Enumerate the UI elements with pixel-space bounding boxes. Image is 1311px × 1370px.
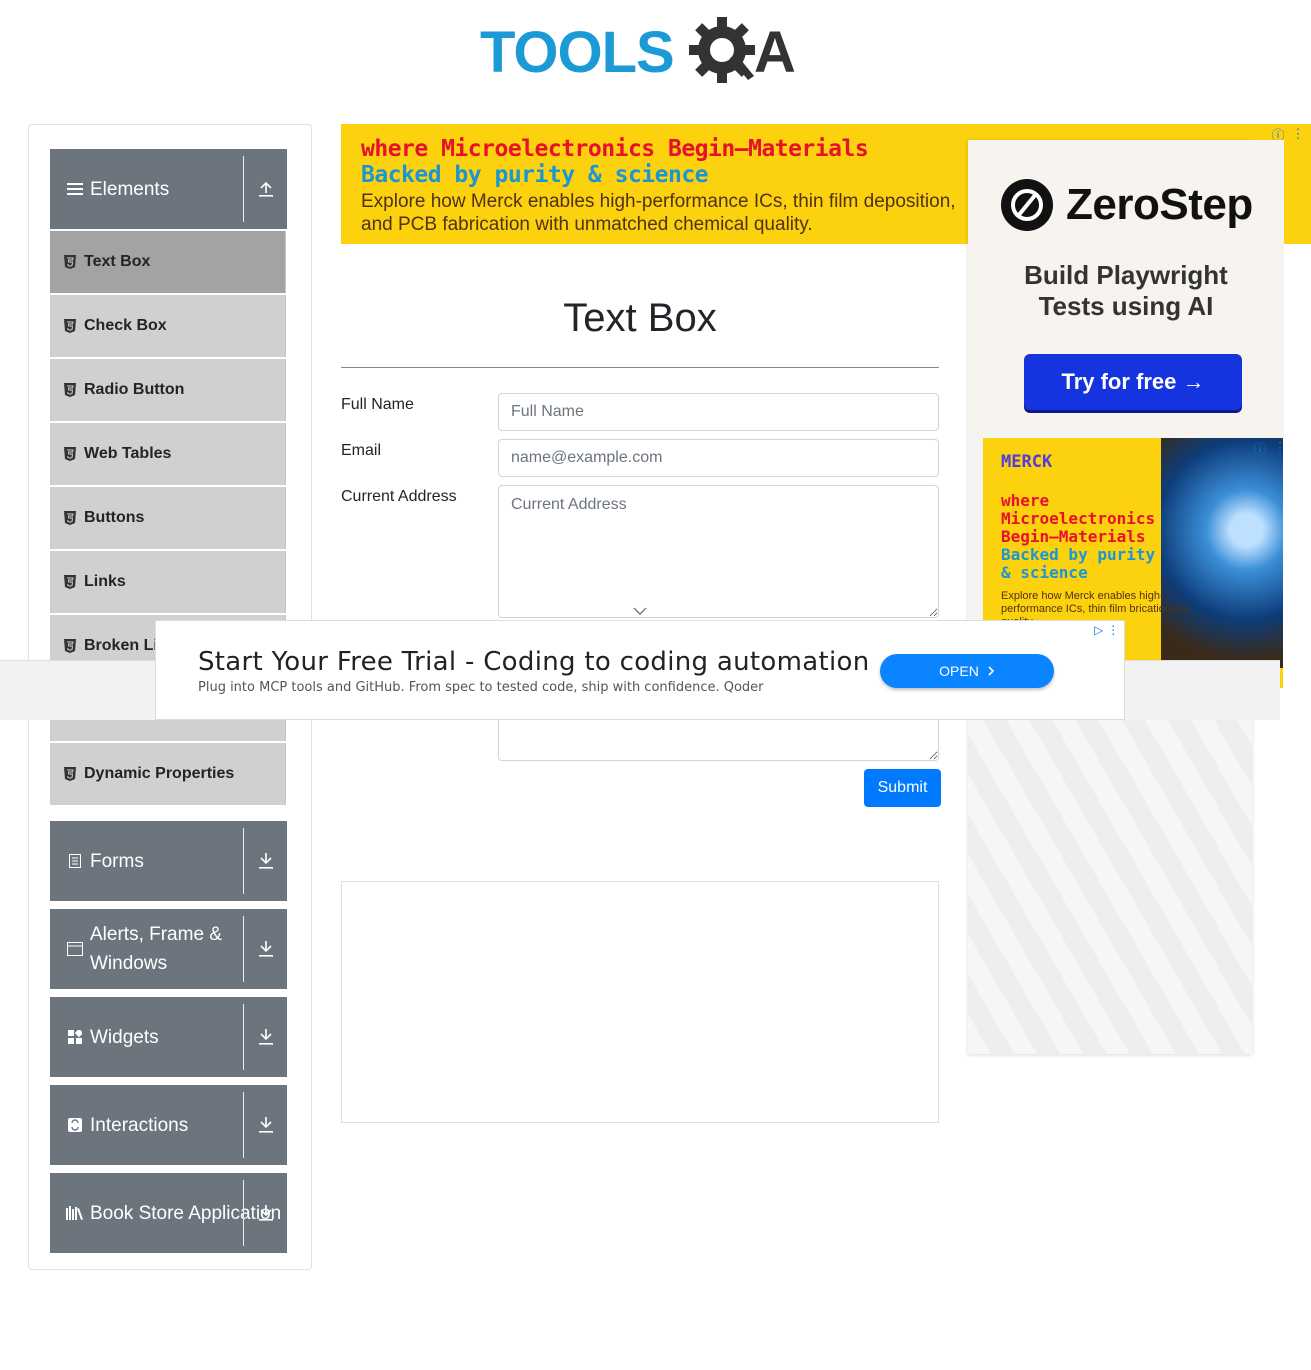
- headline-line: & science: [1001, 563, 1088, 582]
- sidebar-item-text-box[interactable]: Text Box: [50, 231, 286, 293]
- html5-icon: [64, 511, 76, 525]
- expand-down-icon[interactable]: [255, 1113, 277, 1137]
- interactions-icon: [66, 1118, 84, 1132]
- hamburger-icon: [66, 182, 84, 196]
- sidebar-item-label: Buttons: [84, 509, 145, 526]
- headline-line: where: [1001, 491, 1050, 510]
- overlay-ad[interactable]: Start Your Free Trial - Coding to coding…: [155, 620, 1125, 720]
- logo-text-a: A: [754, 20, 796, 85]
- email-input[interactable]: [498, 439, 939, 477]
- html5-icon: [64, 575, 76, 589]
- current-address-label: Current Address: [341, 488, 457, 505]
- merck-logo: MERCK: [1001, 452, 1053, 472]
- overlay-ad-title: Start Your Free Trial - Coding to coding…: [198, 647, 870, 677]
- open-button[interactable]: OPEN: [880, 654, 1054, 688]
- sidebar-item-label: Broken Li: [84, 637, 158, 654]
- sidebar-item-links[interactable]: Links: [50, 551, 286, 613]
- ad-body: Explore how Merck enables high-performan…: [361, 191, 956, 235]
- chevron-right-icon: [988, 666, 994, 676]
- headline-line: Backed by purity: [1001, 545, 1156, 564]
- submit-button[interactable]: Submit: [864, 769, 941, 807]
- open-button-label: OPEN: [939, 663, 979, 679]
- sidebar-item-label: Check Box: [84, 317, 167, 334]
- zerostep-tagline: Build Playwright Tests using AI: [968, 260, 1284, 322]
- info-icon[interactable]: ⓘ: [1252, 440, 1268, 457]
- sidebar-item-label: Dynamic Properties: [84, 765, 235, 782]
- logo-text-tools: TOOLS: [480, 20, 674, 85]
- group-alerts-frame-windows[interactable]: Alerts, Frame & Windows: [50, 909, 287, 989]
- divider: [243, 828, 244, 894]
- window-icon: [66, 942, 84, 956]
- divider: [243, 156, 244, 222]
- expand-down-icon[interactable]: [255, 937, 277, 961]
- try-for-free-button[interactable]: Try for free →: [1024, 354, 1242, 410]
- headline-line: Begin—Materials: [1001, 527, 1146, 546]
- full-name-input[interactable]: [498, 393, 939, 431]
- email-label: Email: [341, 442, 382, 459]
- tagline-line-2: Tests using AI: [1038, 291, 1214, 321]
- expand-down-icon[interactable]: [255, 1201, 277, 1225]
- tagline-line-1: Build Playwright: [1024, 260, 1228, 290]
- zerostep-brand: ZeroStep: [1066, 180, 1253, 229]
- expand-down-icon[interactable]: [255, 1025, 277, 1049]
- sidebar-item-radio-button[interactable]: Radio Button: [50, 359, 286, 421]
- more-icon[interactable]: ⋮: [1272, 440, 1288, 456]
- divider: [341, 367, 939, 368]
- ad-choices[interactable]: ⓘ ⋮: [1252, 440, 1288, 457]
- gear-icon: [689, 17, 755, 83]
- divider: [243, 1004, 244, 1070]
- sidebar-item-label: Links: [84, 573, 126, 590]
- sidebar-item-buttons[interactable]: Buttons: [50, 487, 286, 549]
- more-icon[interactable]: ⋮: [1290, 126, 1306, 142]
- divider: [243, 916, 244, 982]
- group-interactions[interactable]: Interactions: [50, 1085, 287, 1165]
- document-icon: [66, 854, 84, 868]
- html5-icon: [64, 319, 76, 333]
- html5-icon: [64, 255, 76, 269]
- ad-choices[interactable]: ▷ ⋮: [1094, 623, 1119, 637]
- overlay-ad-subtitle: Plug into MCP tools and GitHub. From spe…: [198, 680, 764, 695]
- merck-headline: where Microelectronics Begin—Materials B…: [1001, 492, 1181, 582]
- widgets-icon: [66, 1030, 84, 1044]
- group-forms[interactable]: Forms: [50, 821, 287, 901]
- output-box: [341, 881, 939, 1123]
- divider: [243, 1092, 244, 1158]
- sidebar-item-web-tables[interactable]: Web Tables: [50, 423, 286, 485]
- divider: [243, 1180, 244, 1246]
- html5-icon: [64, 383, 76, 397]
- expand-down-icon[interactable]: [255, 849, 277, 873]
- ad-background-pattern: [968, 700, 1252, 1054]
- zerostep-ad[interactable]: ZeroStep Build Playwright Tests using AI…: [968, 140, 1284, 438]
- sidebar-item-check-box[interactable]: Check Box: [50, 295, 286, 357]
- headline-line: Microelectronics: [1001, 509, 1156, 528]
- group-book-store[interactable]: Book Store Application: [50, 1173, 287, 1253]
- ad-headline-1: where Microelectronics Begin—Materials: [361, 136, 869, 162]
- more-icon[interactable]: ⋮: [1107, 623, 1119, 637]
- toolsqa-logo-svg: TOOLS A: [480, 17, 796, 85]
- sidebar-item-label: Text Box: [84, 253, 151, 270]
- collapse-up-icon[interactable]: [255, 177, 277, 201]
- books-icon: [66, 1206, 84, 1220]
- zerostep-logo-icon: [1001, 179, 1053, 231]
- current-address-textarea[interactable]: [498, 485, 939, 618]
- sidebar-item-label: Web Tables: [84, 445, 172, 462]
- chevron-down-icon: [633, 607, 647, 615]
- sidebar-item-dynamic-properties[interactable]: Dynamic Properties: [50, 743, 286, 805]
- full-name-label: Full Name: [341, 396, 414, 413]
- group-widgets[interactable]: Widgets: [50, 997, 287, 1077]
- page-title: Text Box: [563, 296, 717, 340]
- adchoices-icon[interactable]: ▷: [1094, 623, 1103, 637]
- html5-icon: [64, 447, 76, 461]
- sidebar-item-label: Radio Button: [84, 381, 185, 398]
- html5-icon: [64, 639, 76, 653]
- ad-headline-2: Backed by purity & science: [361, 162, 709, 188]
- html5-icon: [64, 767, 76, 781]
- toolsqa-logo[interactable]: TOOLS A: [480, 14, 810, 94]
- group-elements[interactable]: Elements: [50, 149, 287, 229]
